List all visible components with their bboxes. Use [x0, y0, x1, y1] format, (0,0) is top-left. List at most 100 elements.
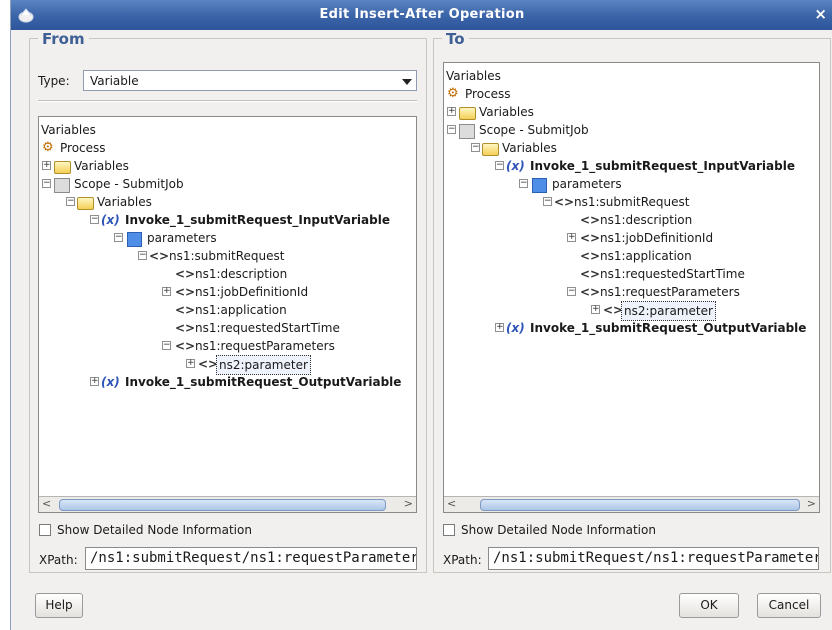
expand-toggle-icon[interactable]: + [90, 377, 99, 386]
tree-node-scope-variables[interactable]: Variables [97, 193, 152, 211]
type-select[interactable]: Variable [83, 70, 417, 91]
collapse-toggle-icon[interactable]: − [66, 197, 75, 206]
collapse-toggle-icon[interactable]: − [162, 341, 171, 350]
to-xpath-field[interactable]: /ns1:submitRequest/ns1:requestParameter [488, 547, 819, 570]
process-icon: ⚙ [447, 86, 459, 101]
from-tree[interactable]: Variables ⚙ Process + Variables − Scope … [38, 116, 417, 513]
tree-node-output-variable[interactable]: Invoke_1_submitRequest_OutputVariable [125, 373, 401, 391]
collapse-toggle-icon[interactable]: − [114, 233, 123, 242]
show-detail-label[interactable]: Show Detailed Node Information [57, 523, 252, 537]
expand-toggle-icon[interactable]: + [186, 359, 195, 368]
xpath-label: XPath: [443, 553, 482, 567]
to-tree[interactable]: Variables ⚙ Process + Variables − Scope … [443, 62, 820, 513]
scroll-right-icon[interactable]: > [404, 497, 413, 510]
collapse-toggle-icon[interactable]: − [567, 287, 576, 296]
tree-node-variables-root[interactable]: Variables [446, 67, 501, 85]
collapse-toggle-icon[interactable]: − [90, 215, 99, 224]
scroll-right-icon[interactable]: > [807, 497, 816, 510]
element-icon: <> [175, 339, 196, 353]
tree-node-scope[interactable]: Scope - SubmitJob [74, 175, 184, 193]
tree-node-description[interactable]: ns1:description [195, 265, 287, 283]
collapse-toggle-icon[interactable]: − [138, 251, 147, 260]
collapse-toggle-icon[interactable]: − [519, 179, 528, 188]
process-icon: ⚙ [42, 140, 54, 155]
element-icon: <> [580, 213, 601, 227]
collapse-toggle-icon[interactable]: − [42, 179, 51, 188]
edit-insert-after-dialog: Edit Insert-After Operation × From Type:… [10, 0, 832, 630]
folder-icon [77, 197, 94, 210]
tree-node-application[interactable]: ns1:application [600, 247, 692, 265]
tree-node-job-definition-id[interactable]: ns1:jobDefinitionId [195, 283, 308, 301]
expand-toggle-icon[interactable]: + [591, 305, 600, 314]
tree-node-submit-request[interactable]: ns1:submitRequest [574, 193, 689, 211]
folder-icon [54, 161, 71, 174]
tree-node-variables[interactable]: Variables [74, 157, 129, 175]
tree-node-scope-variables[interactable]: Variables [502, 139, 557, 157]
close-icon[interactable]: × [814, 5, 827, 23]
tree-node-variables-root[interactable]: Variables [41, 121, 96, 139]
expand-toggle-icon[interactable]: + [447, 107, 456, 116]
tree-node-description[interactable]: ns1:description [600, 211, 692, 229]
help-button[interactable]: Help [35, 593, 83, 618]
dialog-title: Edit Insert-After Operation [319, 7, 525, 22]
element-icon: <> [580, 267, 601, 281]
show-detail-checkbox[interactable] [443, 524, 455, 536]
tree-node-process[interactable]: Process [465, 85, 511, 103]
show-detail-label[interactable]: Show Detailed Node Information [461, 523, 656, 537]
expand-toggle-icon[interactable]: + [495, 323, 504, 332]
collapse-toggle-icon[interactable]: − [495, 161, 504, 170]
collapse-toggle-icon[interactable]: − [543, 197, 552, 206]
tree-node-job-definition-id[interactable]: ns1:jobDefinitionId [600, 229, 713, 247]
element-icon: <> [580, 231, 601, 245]
tree-node-input-variable[interactable]: Invoke_1_submitRequest_InputVariable [125, 211, 390, 229]
parameters-icon [532, 178, 547, 193]
element-icon: <> [603, 303, 624, 317]
tree-node-requested-start-time[interactable]: ns1:requestedStartTime [600, 265, 745, 283]
tree-node-requested-start-time[interactable]: ns1:requestedStartTime [195, 319, 340, 337]
from-xpath-field[interactable]: /ns1:submitRequest/ns1:requestParameter [85, 547, 417, 570]
to-panel-title: To [442, 30, 469, 48]
scrollbar-thumb[interactable] [59, 499, 386, 511]
tree-node-scope[interactable]: Scope - SubmitJob [479, 121, 589, 139]
tree-node-parameter-selected[interactable]: ns2:parameter [216, 355, 311, 375]
chevron-down-icon[interactable] [402, 79, 412, 85]
collapse-toggle-icon[interactable]: − [471, 143, 480, 152]
tree-node-parameters[interactable]: parameters [147, 229, 217, 247]
scrollbar-thumb[interactable] [480, 499, 800, 511]
element-icon: <> [175, 285, 196, 299]
element-icon: <> [580, 249, 601, 263]
parameters-icon [127, 232, 142, 247]
horizontal-scrollbar[interactable]: < > [39, 496, 416, 512]
element-icon: <> [554, 195, 575, 209]
tree-node-submit-request[interactable]: ns1:submitRequest [169, 247, 284, 265]
ok-button[interactable]: OK [679, 593, 739, 618]
scope-icon [459, 124, 475, 139]
from-panel-title: From [38, 30, 89, 48]
collapse-toggle-icon[interactable]: − [447, 125, 456, 134]
expand-toggle-icon[interactable]: + [42, 161, 51, 170]
tree-node-input-variable[interactable]: Invoke_1_submitRequest_InputVariable [530, 157, 795, 175]
folder-icon [482, 143, 499, 156]
tree-node-application[interactable]: ns1:application [195, 301, 287, 319]
tree-node-parameter-selected[interactable]: ns2:parameter [621, 301, 716, 321]
expand-toggle-icon[interactable]: + [162, 287, 171, 296]
title-bar[interactable]: Edit Insert-After Operation × [11, 0, 832, 30]
expand-toggle-icon[interactable]: + [567, 233, 576, 242]
cancel-button[interactable]: Cancel [757, 593, 821, 618]
xpath-label: XPath: [39, 553, 78, 567]
tree-node-parameters[interactable]: parameters [552, 175, 622, 193]
scroll-left-icon[interactable]: < [42, 497, 51, 510]
tree-node-variables[interactable]: Variables [479, 103, 534, 121]
variable-icon: (x) [506, 321, 525, 335]
show-detail-checkbox[interactable] [39, 524, 51, 536]
variable-icon: (x) [101, 213, 120, 227]
tree-node-process[interactable]: Process [60, 139, 106, 157]
tree-node-request-parameters[interactable]: ns1:requestParameters [600, 283, 740, 301]
tree-node-output-variable[interactable]: Invoke_1_submitRequest_OutputVariable [530, 319, 806, 337]
tree-node-request-parameters[interactable]: ns1:requestParameters [195, 337, 335, 355]
type-label: Type: [38, 74, 70, 88]
horizontal-scrollbar[interactable]: < > [444, 496, 819, 512]
scroll-left-icon[interactable]: < [447, 497, 456, 510]
divider [38, 100, 417, 102]
element-icon: <> [175, 267, 196, 281]
